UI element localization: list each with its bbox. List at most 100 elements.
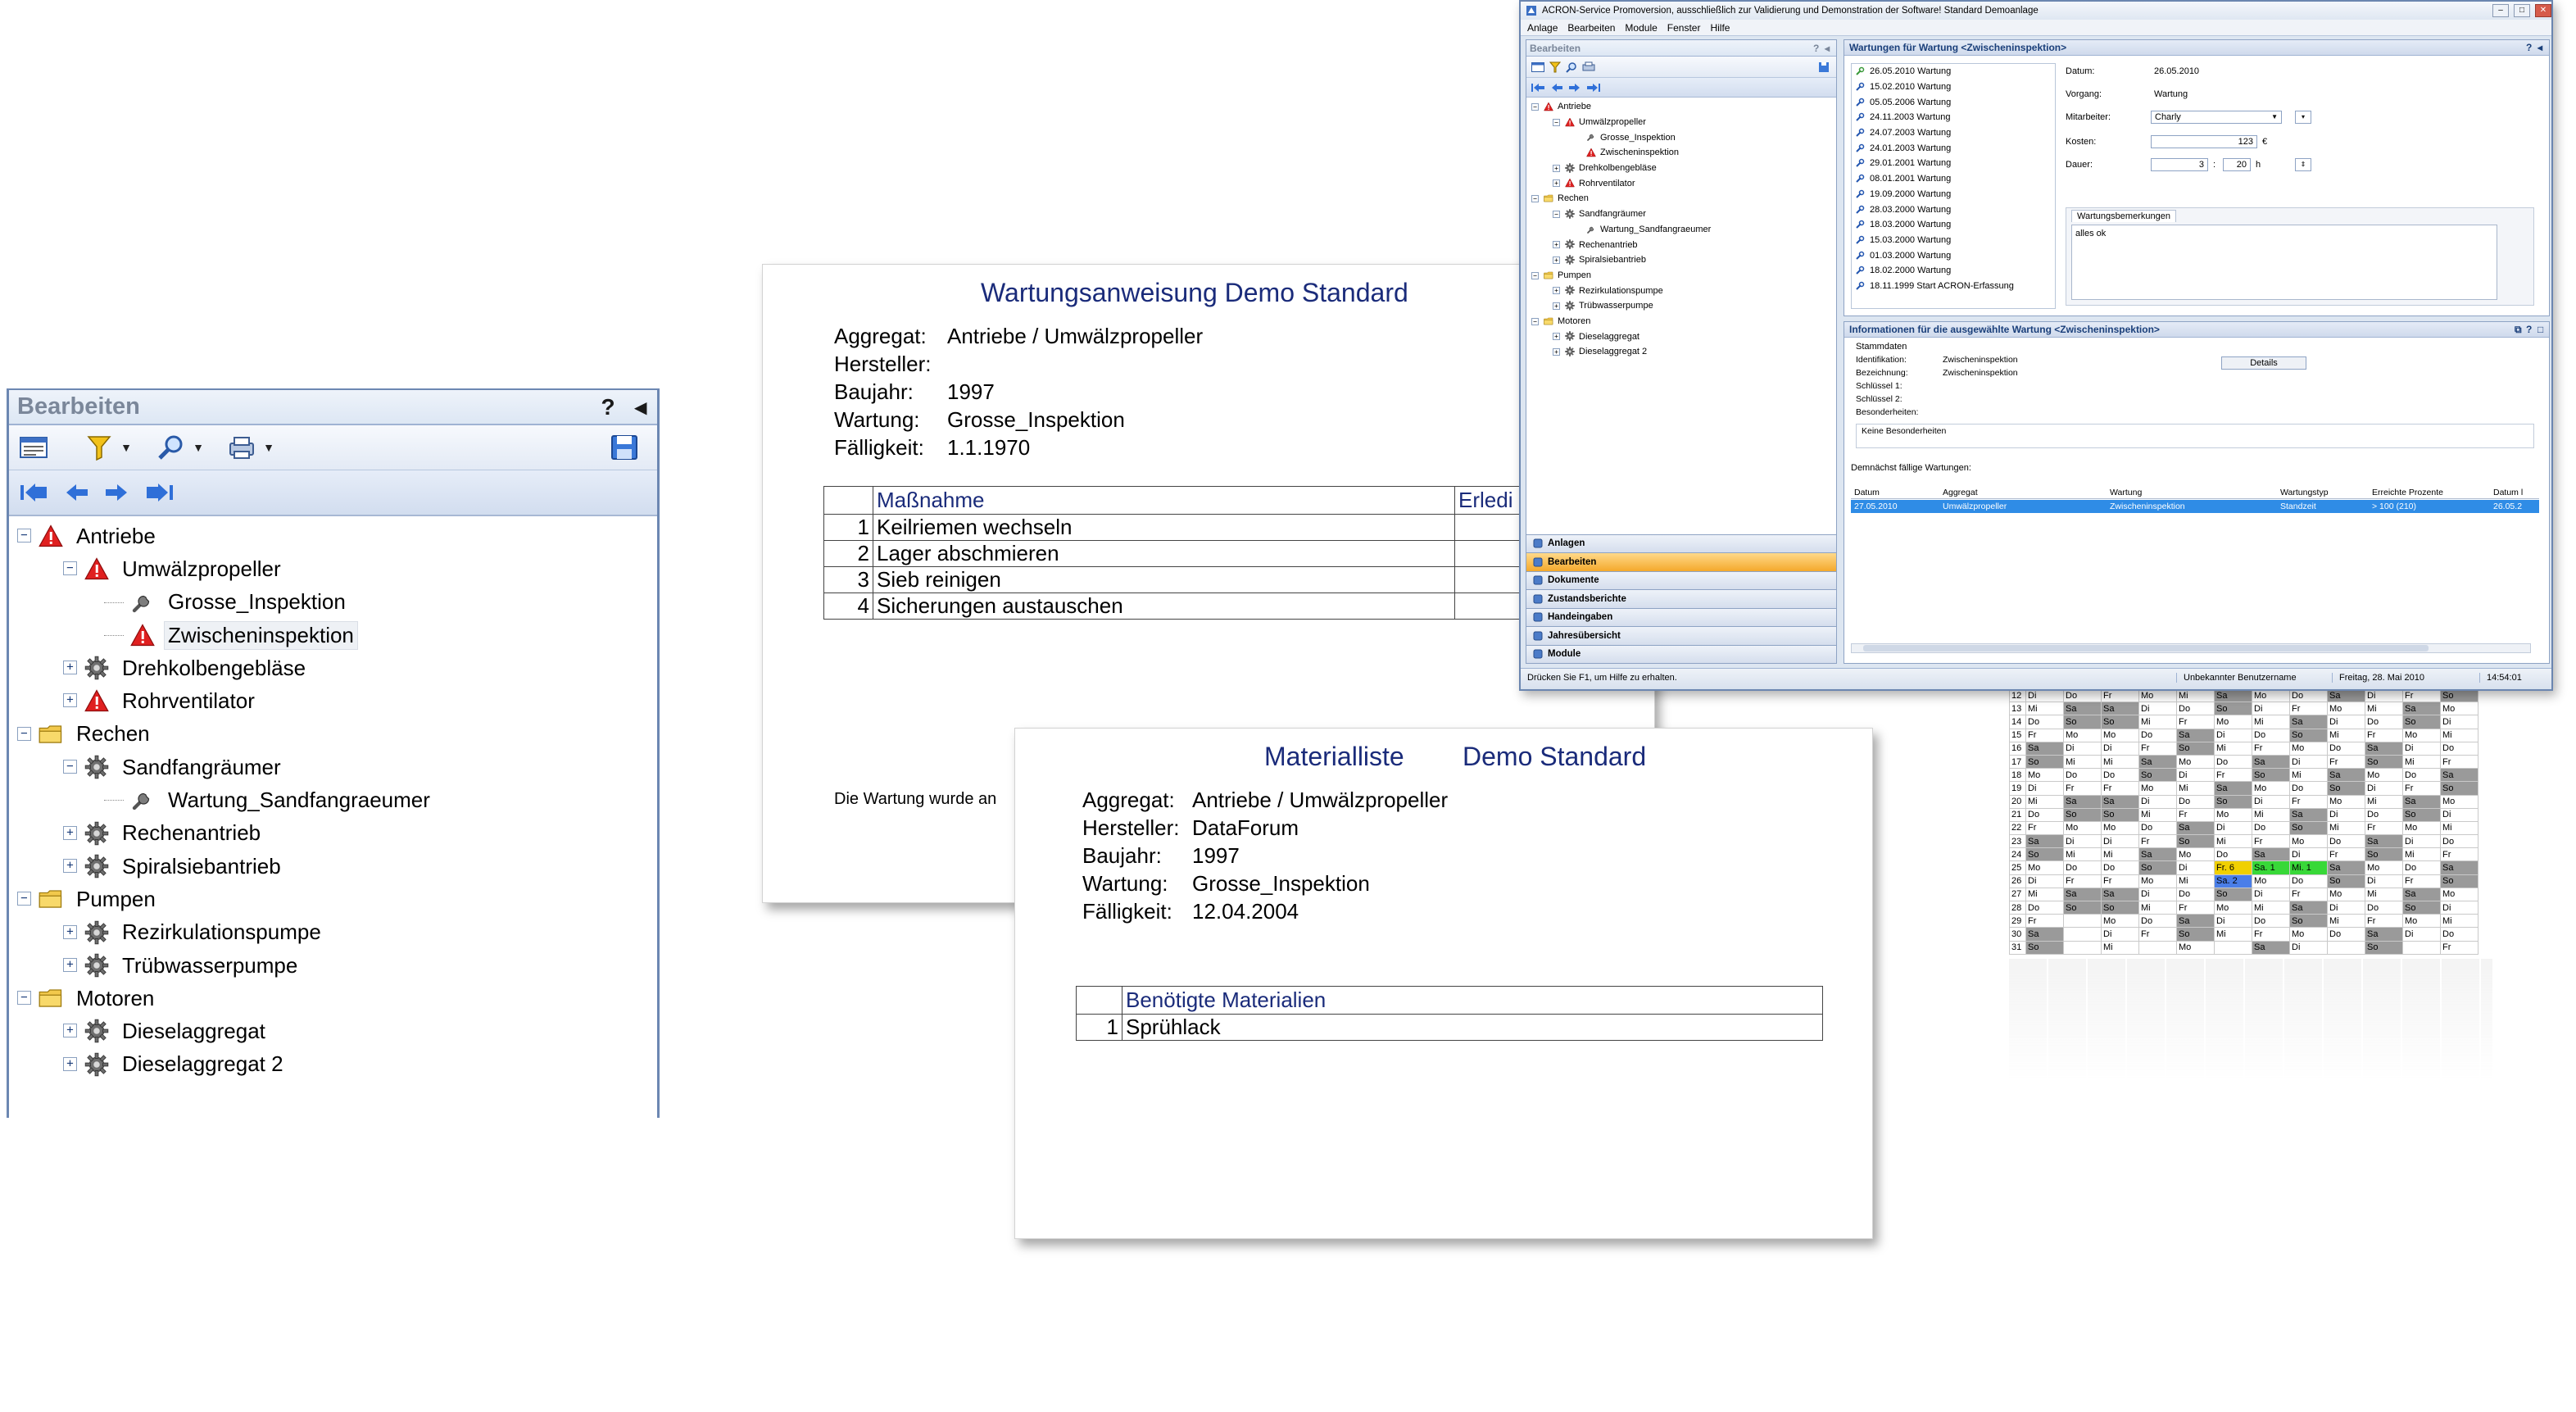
kosten-input[interactable]: 123	[2151, 135, 2257, 148]
filter-icon[interactable]	[1549, 61, 1561, 73]
tree-item[interactable]: − Rechen	[9, 718, 657, 751]
maintenance-history-item[interactable]: 18.03.2000 Wartung	[1852, 217, 2055, 233]
tree-item[interactable]: + Spiralsiebantrieb	[9, 850, 657, 883]
print-icon[interactable]	[224, 431, 260, 464]
tree-item[interactable]: + Rohrventilator	[9, 684, 657, 717]
app-tree-item[interactable]: − Pumpen	[1526, 268, 1836, 284]
nav-first-icon[interactable]	[19, 484, 48, 502]
tree-item[interactable]: Zwischeninspektion	[9, 619, 657, 652]
expand-icon[interactable]: +	[63, 661, 77, 675]
collapse-icon[interactable]: −	[17, 726, 31, 741]
menu-item[interactable]: Module	[1625, 22, 1657, 34]
maintenance-history-item[interactable]: 24.07.2003 Wartung	[1852, 125, 2055, 141]
notes-textarea[interactable]: alles ok	[2071, 225, 2497, 300]
app-tree-item[interactable]: Wartung_Sandfangraeumer	[1526, 222, 1836, 238]
app-tree-item[interactable]: + Rohrventilator	[1526, 175, 1836, 191]
notes-tab[interactable]: Wartungsbemerkungen	[2071, 210, 2176, 222]
dauer-spin-button[interactable]: ⇕	[2295, 158, 2311, 171]
section-collapse-button[interactable]: ◂	[2537, 42, 2549, 53]
view-icon[interactable]	[1531, 61, 1544, 72]
expand-icon[interactable]: +	[63, 858, 77, 873]
view-icon[interactable]	[16, 431, 52, 464]
app-collapse-button[interactable]: ◂	[1825, 43, 1836, 54]
due-grid-column-header[interactable]: Wartungstyp	[2280, 488, 2329, 497]
expand-icon[interactable]: +	[63, 693, 77, 708]
scrollbar-thumb[interactable]	[1863, 645, 2429, 652]
tree-item[interactable]: + Dieselaggregat 2	[9, 1048, 657, 1081]
print-dropdown-icon[interactable]: ▼	[260, 441, 278, 454]
nav-next-icon[interactable]	[1569, 83, 1581, 92]
app-tree-item[interactable]: Zwischeninspektion	[1526, 145, 1836, 161]
collapse-icon[interactable]: −	[17, 991, 31, 1006]
expand-icon[interactable]: +	[1553, 241, 1560, 249]
expand-icon[interactable]: +	[1553, 348, 1560, 356]
tree-item[interactable]: − Motoren	[9, 982, 657, 1015]
app-tree-item[interactable]: − Antriebe	[1526, 99, 1836, 115]
nav-button[interactable]: Jahresübersicht	[1526, 626, 1836, 645]
dauer-minutes-input[interactable]: 20	[2223, 158, 2251, 171]
app-tree-item[interactable]: + Rezirkulationspumpe	[1526, 283, 1836, 298]
nav-button[interactable]: Anlagen	[1526, 533, 1836, 552]
maintenance-history-item[interactable]: 18.11.1999 Start ACRON-Erfassung	[1852, 279, 2055, 294]
expand-icon[interactable]: +	[1553, 302, 1560, 310]
collapse-icon[interactable]: −	[63, 561, 77, 576]
maintenance-history-item[interactable]: 29.01.2001 Wartung	[1852, 156, 2055, 171]
app-tree-item[interactable]: − Rechen	[1526, 191, 1836, 207]
expand-icon[interactable]: +	[63, 957, 77, 972]
close-button[interactable]: ✕	[2535, 4, 2551, 17]
collapse-icon[interactable]: −	[1531, 271, 1539, 279]
maintenance-history-item[interactable]: 19.09.2000 Wartung	[1852, 187, 2055, 202]
maintenance-history-item[interactable]: 24.01.2003 Wartung	[1852, 140, 2055, 156]
expand-icon[interactable]: +	[1553, 256, 1560, 264]
nav-button[interactable]: Handeingaben	[1526, 607, 1836, 626]
section-restore-button[interactable]: ⧉	[2515, 324, 2526, 336]
nav-prev-icon[interactable]	[1551, 83, 1562, 92]
maintenance-history-item[interactable]: 28.03.2000 Wartung	[1852, 202, 2055, 217]
maintenance-history-item[interactable]: 18.02.2000 Wartung	[1852, 263, 2055, 279]
maintenance-history-item[interactable]: 15.03.2000 Wartung	[1852, 233, 2055, 248]
maintenance-history-item[interactable]: 08.01.2001 Wartung	[1852, 171, 2055, 187]
tree-item[interactable]: − Sandfangräumer	[9, 751, 657, 783]
nav-first-icon[interactable]	[1531, 83, 1544, 92]
collapse-icon[interactable]: −	[17, 529, 31, 543]
nav-last-icon[interactable]	[1587, 83, 1600, 92]
tree-item[interactable]: + Trübwasserpumpe	[9, 949, 657, 982]
maintenance-history-item[interactable]: 24.11.2003 Wartung	[1852, 110, 2055, 125]
collapse-icon[interactable]: −	[1553, 118, 1560, 126]
maintenance-history-item[interactable]: 01.03.2000 Wartung	[1852, 247, 2055, 263]
tree-item[interactable]: + Rechenantrieb	[9, 817, 657, 850]
section-help-button[interactable]: ?	[2526, 324, 2537, 335]
expand-icon[interactable]: +	[1553, 287, 1560, 295]
app-tree-item[interactable]: + Dieselaggregat	[1526, 329, 1836, 344]
expand-icon[interactable]: +	[63, 1024, 77, 1038]
nav-next-icon[interactable]	[104, 484, 130, 502]
menu-item[interactable]: Fenster	[1667, 22, 1701, 34]
app-tree-item[interactable]: + Spiralsiebantrieb	[1526, 252, 1836, 268]
minimize-button[interactable]: –	[2492, 4, 2509, 17]
menu-item[interactable]: Bearbeiten	[1567, 22, 1615, 34]
app-tree-item[interactable]: Grosse_Inspektion	[1526, 129, 1836, 145]
search-icon[interactable]	[153, 431, 189, 464]
expand-icon[interactable]: +	[1553, 333, 1560, 341]
nav-button[interactable]: Module	[1526, 644, 1836, 663]
nav-prev-icon[interactable]	[63, 484, 89, 502]
tree-item[interactable]: + Dieselaggregat	[9, 1015, 657, 1047]
search-dropdown-icon[interactable]: ▼	[189, 441, 207, 454]
expand-icon[interactable]: +	[63, 825, 77, 840]
horizontal-scrollbar[interactable]	[1851, 643, 2531, 653]
maintenance-history-item[interactable]: 15.02.2010 Wartung	[1852, 79, 2055, 95]
maximize-button[interactable]: □	[2514, 4, 2530, 17]
collapse-icon[interactable]: −	[63, 760, 77, 774]
mitarbeiter-select[interactable]: Charly ▼	[2151, 111, 2282, 124]
app-tree-item[interactable]: − Sandfangräumer	[1526, 207, 1836, 222]
collapse-icon[interactable]: −	[1531, 317, 1539, 325]
nav-button[interactable]: Bearbeiten	[1526, 552, 1836, 571]
collapse-icon[interactable]: −	[1531, 103, 1539, 111]
help-button[interactable]: ?	[592, 394, 624, 420]
expand-icon[interactable]: +	[63, 924, 77, 939]
section-close-button[interactable]: □	[2537, 324, 2549, 335]
menu-item[interactable]: Hilfe	[1710, 22, 1730, 34]
dauer-hours-input[interactable]: 3	[2151, 158, 2208, 171]
tree-item[interactable]: Grosse_Inspektion	[9, 586, 657, 619]
expand-icon[interactable]: +	[1553, 164, 1560, 172]
